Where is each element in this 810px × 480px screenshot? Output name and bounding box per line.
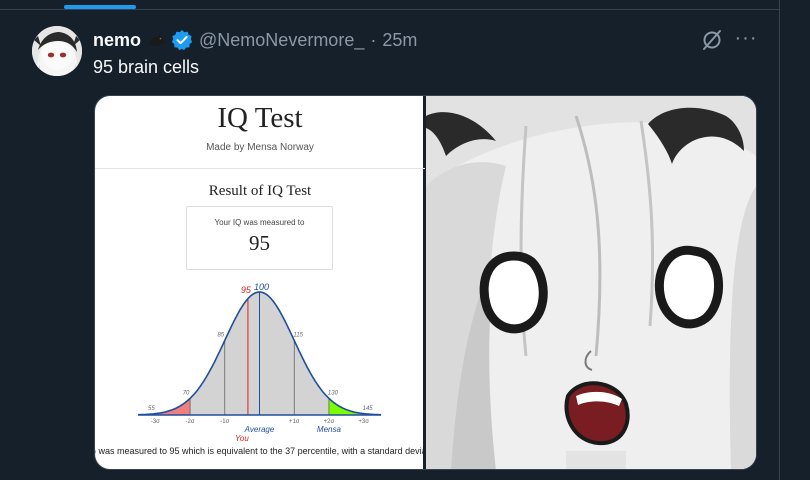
iq-distribution-chart: -3σ -2σ -1σ +1σ +2σ +3σ557085 11513014510095Av… <box>138 282 381 443</box>
iq-test-subtitle: Made by Mensa Norway <box>206 142 314 153</box>
timestamp[interactable]: 25m <box>382 30 417 51</box>
sigma-tick-label: -2σ <box>186 419 195 425</box>
user-handle[interactable]: @NemoNevermore_ <box>199 30 364 51</box>
score-value-label: 95 <box>241 285 252 295</box>
tweet-text: 95 brain cells <box>93 57 200 77</box>
reaction-image[interactable] <box>426 96 756 469</box>
result-title: Result of IQ Test <box>208 183 312 199</box>
tweet-media[interactable]: IQ Test Made by Mensa Norway Result of I… <box>94 95 757 470</box>
iq-value-label: 70 <box>183 390 190 396</box>
sigma-tick-label: +1σ <box>289 419 300 425</box>
you-label: You <box>235 434 249 443</box>
crow-emoji-icon <box>149 34 167 47</box>
iq-value-label: 145 <box>363 406 374 412</box>
display-name[interactable]: nemo <box>93 30 141 51</box>
separator-dot: · <box>370 29 377 50</box>
iq-test-screenshot[interactable]: IQ Test Made by Mensa Norway Result of I… <box>95 96 441 469</box>
iq-test-title: IQ Test <box>217 102 303 134</box>
grok-icon[interactable] <box>700 28 724 52</box>
tweet-header: nemo @NemoNevermore_ · 25m <box>93 28 417 52</box>
iq-value-label: 115 <box>293 332 303 338</box>
iq-value-label: 130 <box>328 390 339 396</box>
result-caption: ) was measured to 95 which is equivalent… <box>94 446 442 456</box>
sigma-tick-label: -3σ <box>151 419 160 425</box>
iq-value-label: 55 <box>148 406 155 412</box>
avatar[interactable] <box>32 26 82 76</box>
score-box-label: Your IQ was measured to <box>214 218 305 227</box>
mensa-label: Mensa <box>317 425 342 434</box>
avatar-image <box>32 26 82 76</box>
more-options-icon[interactable]: ··· <box>734 28 758 52</box>
sigma-tick-label: +3σ <box>358 419 369 425</box>
divider <box>95 168 425 169</box>
divider <box>0 9 780 10</box>
mean-value-label: 100 <box>254 282 269 292</box>
sigma-tick-label: -1σ <box>220 419 229 425</box>
average-label: Average <box>244 425 275 434</box>
score-value: 95 <box>249 231 270 255</box>
iq-value-label: 85 <box>217 332 224 338</box>
score-box: Your IQ was measured to 95 <box>186 206 333 270</box>
column-border <box>779 0 780 480</box>
shocked-anime-girl-image <box>426 96 756 469</box>
verified-badge-icon[interactable] <box>171 29 193 51</box>
